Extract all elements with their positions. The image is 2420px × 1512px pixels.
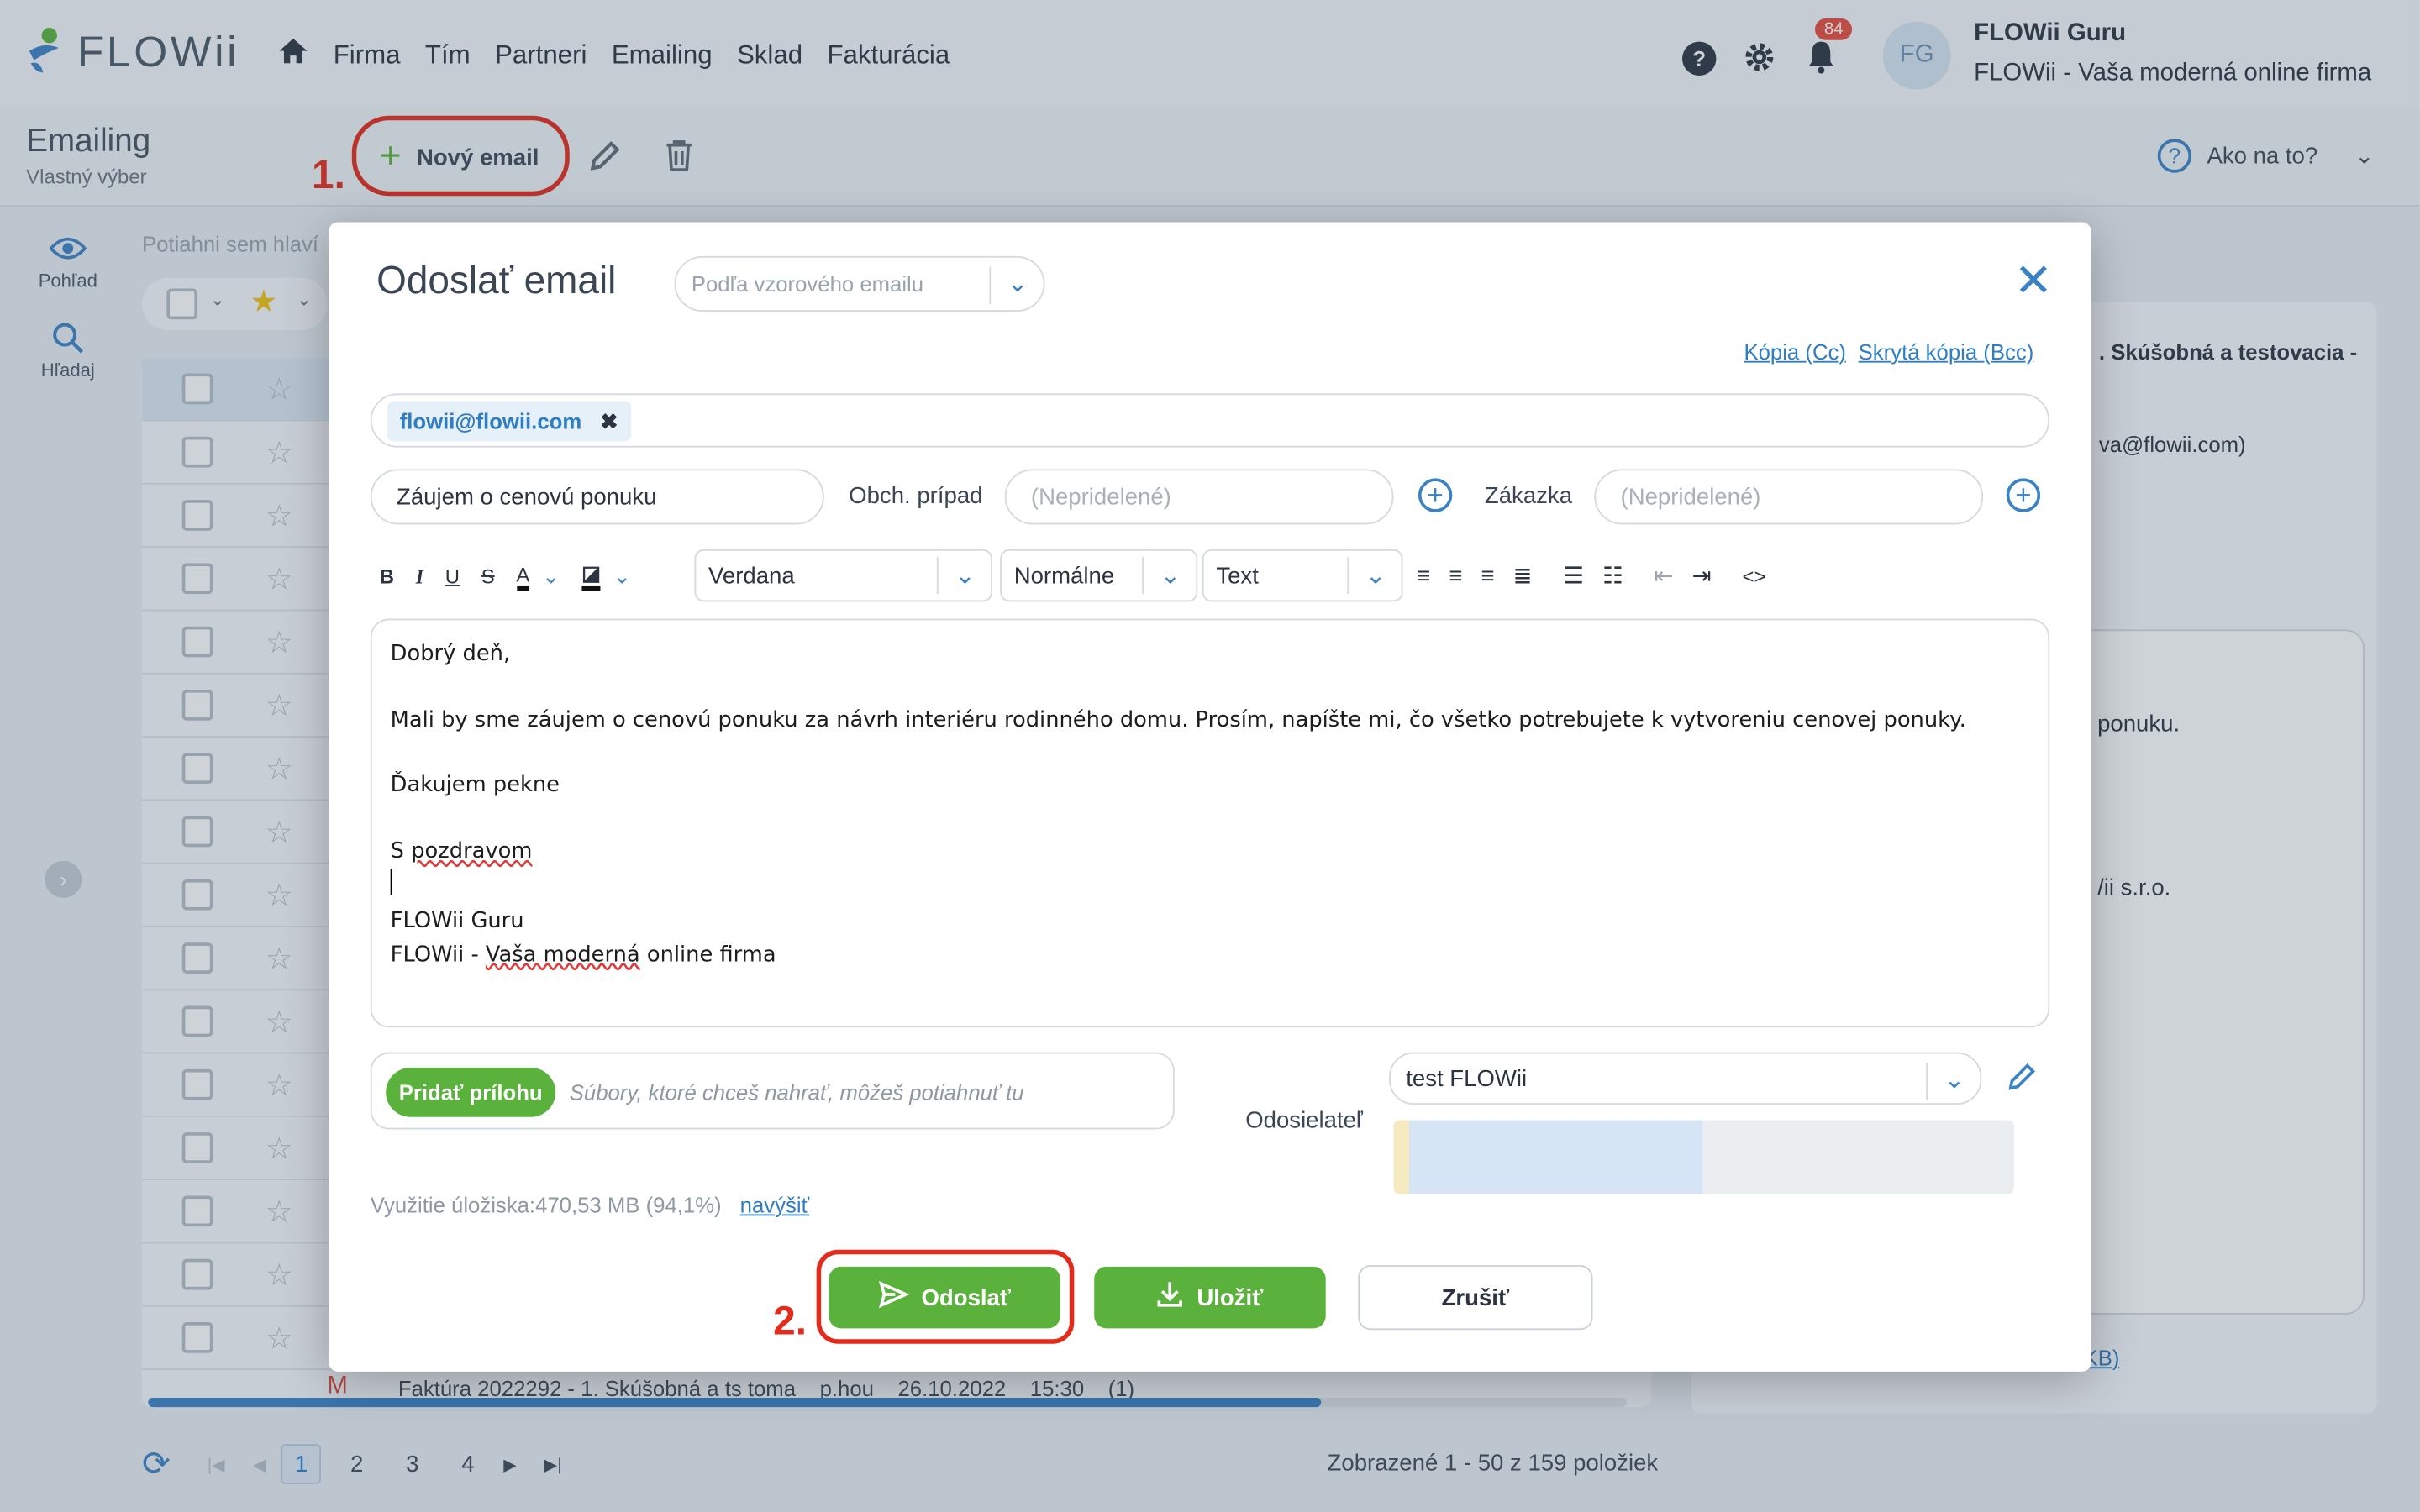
highlight-color-icon[interactable]: ◪ — [581, 562, 601, 591]
body-text: pozdravom — [411, 838, 533, 864]
bullet-list-icon[interactable]: ☰ — [1563, 562, 1584, 589]
body-line: Mali by sme záujem o cenovú ponuku za ná… — [390, 707, 1966, 732]
recipient-email: flowii@flowii.com — [399, 408, 582, 434]
template-placeholder: Podľa vzorového emailu — [691, 271, 924, 297]
body-line: Dobrý deň, — [390, 642, 511, 667]
select-divider — [1142, 557, 1144, 595]
bcc-link[interactable]: Skrytá kópia (Bcc) — [1859, 339, 2034, 364]
order-label: Zákazka — [1484, 482, 1573, 510]
add-order-icon[interactable]: + — [2006, 478, 2041, 512]
select-divider — [936, 557, 939, 595]
body-line: S pozdravom — [391, 836, 2030, 869]
align-toolbar: ≡ ≡ ≡ ≣ ☰ ☷ ⇤ ⇥ <> — [1417, 562, 1766, 589]
chevron-down-icon: ⌄ — [1944, 1067, 1965, 1095]
align-right-icon[interactable]: ≡ — [1481, 562, 1494, 588]
align-center-icon[interactable]: ≡ — [1449, 562, 1462, 588]
text-cursor — [390, 869, 2030, 906]
body-text: S — [390, 838, 412, 864]
indent-icon[interactable]: ⇥ — [1692, 562, 1712, 589]
select-divider — [1926, 1063, 1928, 1100]
save-button[interactable]: Uložiť — [1094, 1266, 1326, 1329]
add-case-icon[interactable]: + — [1418, 478, 1453, 512]
sender-details-blurred — [1393, 1120, 2014, 1194]
body-line: Ďakujem pekne — [390, 773, 560, 798]
send-button[interactable]: Odoslať — [829, 1266, 1060, 1329]
sender-select[interactable]: test FLOWii ⌄ — [1389, 1052, 1982, 1105]
sender-value: test FLOWii — [1406, 1066, 1528, 1093]
source-code-icon[interactable]: <> — [1743, 564, 1766, 587]
italic-icon[interactable]: I — [416, 564, 424, 588]
send-email-dialog: Odoslať email Podľa vzorového emailu ⌄ ✕… — [329, 222, 2091, 1372]
strikethrough-icon[interactable]: S — [481, 564, 495, 588]
storage-usage: Využitie úložiska:470,53 MB (94,1%) navýš… — [371, 1193, 809, 1217]
remove-recipient-icon[interactable]: ✖ — [600, 408, 618, 434]
template-select[interactable]: Podľa vzorového emailu ⌄ — [674, 255, 1045, 312]
numbered-list-icon[interactable]: ☷ — [1602, 562, 1623, 589]
body-text: online firma — [639, 942, 776, 968]
chevron-down-icon[interactable]: ⌄ — [542, 563, 560, 589]
cc-link[interactable]: Kópia (Cc) — [1744, 339, 1845, 364]
storage-text: Využitie úložiska:470,53 MB (94,1%) — [370, 1192, 722, 1218]
body-text: FLOWii - — [390, 942, 486, 968]
add-attachment-button[interactable]: Pridať prílohu — [386, 1067, 556, 1117]
attachment-dropzone[interactable]: Pridať prílohu Súbory, ktoré chceš nahra… — [370, 1052, 1175, 1130]
align-justify-icon[interactable]: ≣ — [1513, 562, 1533, 589]
select-divider — [1347, 557, 1349, 595]
recipients-field[interactable]: flowii@flowii.com ✖ — [370, 393, 2050, 448]
edit-sender-pencil-icon[interactable] — [2007, 1062, 2038, 1100]
align-left-icon[interactable]: ≡ — [1417, 562, 1430, 588]
font-color-icon[interactable]: A — [516, 562, 530, 591]
bold-icon[interactable]: B — [380, 564, 394, 588]
chevron-down-icon: ⌄ — [955, 563, 976, 590]
cancel-button[interactable]: Zrušiť — [1358, 1265, 1593, 1331]
dialog-title: Odoslať email — [376, 259, 617, 302]
format-toolbar: B I U S A ⌄ ◪ ⌄ — [380, 562, 631, 591]
subject-input[interactable]: Záujem o cenovú ponuku — [370, 469, 824, 525]
select-divider — [989, 266, 992, 304]
case-label: Obch. prípad — [849, 482, 983, 510]
outdent-icon[interactable]: ⇤ — [1655, 562, 1674, 589]
order-input[interactable]: (Nepridelené) — [1594, 469, 1984, 525]
body-line: FLOWii Guru — [390, 909, 524, 934]
case-input[interactable]: (Nepridelené) — [1004, 469, 1394, 525]
sender-label: Odosielateľ — [1245, 1107, 1363, 1134]
font-family-select[interactable]: Verdana ⌄ — [694, 549, 992, 602]
font-size-select[interactable]: Normálne ⌄ — [1000, 549, 1198, 602]
chevron-down-icon[interactable]: ⌄ — [613, 563, 632, 589]
save-label: Uložiť — [1197, 1284, 1264, 1311]
underline-icon[interactable]: U — [445, 564, 460, 588]
cc-links: Kópia (Cc) Skrytá kópia (Bcc) — [1744, 339, 2033, 364]
font-family-value: Verdana — [708, 563, 795, 590]
chevron-down-icon: ⌄ — [1365, 563, 1386, 590]
send-label: Odoslať — [921, 1284, 1012, 1311]
block-format-select[interactable]: Text ⌄ — [1202, 549, 1403, 602]
storage-upgrade-link[interactable]: navýšiť — [740, 1193, 810, 1217]
app-root: FLOWii Firma Tím Partneri Emailing Sklad… — [0, 0, 2420, 1512]
send-icon — [878, 1280, 910, 1314]
body-line: FLOWii - Vaša moderná online firma — [391, 939, 2030, 972]
attachment-hint: Súbory, ktoré chceš nahrať, môžeš potiah… — [569, 1079, 1024, 1105]
close-icon[interactable]: ✕ — [2014, 259, 2053, 306]
step-2-annotation: 2. — [773, 1297, 808, 1344]
chevron-down-icon: ⌄ — [1160, 563, 1181, 590]
recipient-tag: flowii@flowii.com ✖ — [387, 401, 631, 442]
font-size-value: Normálne — [1013, 563, 1115, 590]
download-icon — [1157, 1280, 1185, 1314]
chevron-down-icon: ⌄ — [1007, 271, 1028, 298]
block-format-value: Text — [1216, 563, 1259, 590]
email-body-editor[interactable]: Dobrý deň, Mali by sme záujem o cenovú p… — [370, 618, 2050, 1028]
body-text: Vaša moderná — [485, 942, 640, 968]
